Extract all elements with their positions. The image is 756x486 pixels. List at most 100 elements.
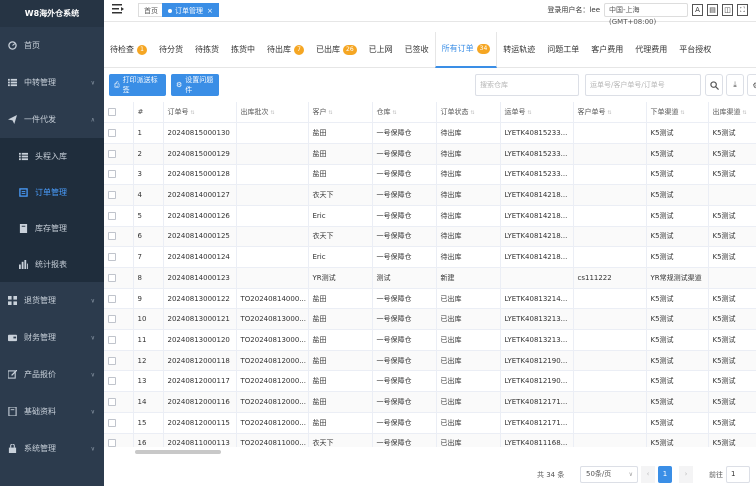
- prev-page-button[interactable]: ‹: [641, 466, 655, 483]
- sidebar-item-pricing[interactable]: 产品报价 ∨: [0, 356, 104, 393]
- column-header[interactable]: 客户 ⇅: [308, 102, 373, 124]
- tab-platform-auth[interactable]: 平台授权: [673, 32, 717, 68]
- horizontal-scrollbar[interactable]: [135, 450, 221, 454]
- row-checkbox[interactable]: [104, 122, 134, 144]
- sidebar-item-returns[interactable]: 退货管理 ∨: [0, 282, 104, 319]
- row-checkbox[interactable]: [104, 308, 134, 331]
- sort-icon[interactable]: ⇅: [743, 110, 747, 116]
- column-header[interactable]: 订单号 ⇅: [163, 102, 237, 124]
- sort-icon[interactable]: ⇅: [608, 110, 612, 116]
- print-label-button[interactable]: ⎙ 打印派送标签: [109, 74, 166, 96]
- sidebar-item-inbound[interactable]: 头程入库: [0, 138, 104, 174]
- warehouse-search-input[interactable]: 搜索仓库: [475, 74, 579, 96]
- tab-home[interactable]: 首页: [138, 3, 164, 17]
- row-checkbox[interactable]: [104, 226, 134, 248]
- table-row[interactable]: 16 20240811000113 TO20240811000... 衣天下 一号保障仓…: [104, 433, 756, 447]
- table-row[interactable]: 2 20240815000129 盐田 一号保障仓 待出库 LYETK40815233..…: [104, 143, 756, 165]
- row-checkbox[interactable]: [104, 184, 134, 206]
- tab-pending-check[interactable]: 待检查 1: [104, 32, 153, 68]
- tab-all-orders[interactable]: 所有订单 34: [434, 31, 498, 68]
- table-row[interactable]: 12 20240812000118 TO20240812000... 盐田 一号保障仓已…: [104, 350, 756, 372]
- sort-icon[interactable]: ⇅: [681, 110, 685, 116]
- sidebar-item-home[interactable]: 首页: [0, 27, 104, 64]
- table-row[interactable]: 4 20240814000127 衣天下 一号保障仓 待出库 LYETK40814218.…: [104, 184, 756, 206]
- tab-online[interactable]: 已上网: [363, 32, 399, 68]
- sidebar-item-orders[interactable]: 订单管理: [0, 174, 104, 210]
- tab-problem-tickets[interactable]: 问题工单: [541, 32, 585, 68]
- table-row[interactable]: 11 20240813000120 TO20240813000... 盐田 一号保障仓已…: [104, 329, 756, 351]
- tab-picking[interactable]: 拣货中: [225, 32, 261, 68]
- download-button[interactable]: ⤓: [726, 74, 744, 96]
- column-header[interactable]: 出库批次 ⇅: [236, 102, 309, 124]
- tab-pending-allocate[interactable]: 待分货: [153, 32, 189, 68]
- sort-icon[interactable]: ⇅: [271, 110, 275, 116]
- column-header[interactable]: 客户单号 ⇅: [573, 102, 647, 124]
- timezone-select[interactable]: 中国-上海 (GMT+08:00): [604, 3, 688, 26]
- page-size-select[interactable]: 50条/页 ∨: [580, 466, 638, 483]
- sidebar-item-inventory[interactable]: 库存管理: [0, 210, 104, 246]
- row-checkbox[interactable]: [104, 288, 134, 310]
- close-icon[interactable]: ×: [207, 7, 213, 15]
- row-checkbox[interactable]: [104, 412, 134, 434]
- column-header[interactable]: 下单渠道 ⇅: [646, 102, 709, 124]
- tab-transit-track[interactable]: 转运轨迹: [497, 32, 541, 68]
- lock-icon[interactable]: ◫: [722, 4, 733, 16]
- page-number-current[interactable]: 1: [658, 466, 672, 483]
- tab-pending-pick[interactable]: 待拣货: [189, 32, 225, 68]
- sort-icon[interactable]: ⇅: [528, 110, 532, 116]
- row-checkbox[interactable]: [104, 329, 134, 351]
- number-search-input[interactable]: 运单号/客户单号/订单号: [585, 74, 701, 96]
- sort-icon[interactable]: ⇅: [329, 110, 333, 116]
- table-row[interactable]: 3 20240815000128 盐田 一号保障仓 待出库 LYETK40815233..…: [104, 164, 756, 186]
- table-row[interactable]: 14 20240812000116 TO20240812000... 盐田 一号保障仓已…: [104, 391, 756, 413]
- row-checkbox[interactable]: [104, 143, 134, 165]
- table-row[interactable]: 9 20240813000122 TO20240814000... 盐田 一号保障仓 已出…: [104, 288, 756, 310]
- tab-signed[interactable]: 已签收: [399, 32, 435, 68]
- select-all-checkbox[interactable]: [104, 102, 134, 124]
- row-checkbox[interactable]: [104, 164, 134, 186]
- sort-icon[interactable]: ⇅: [191, 110, 195, 116]
- sidebar-item-system[interactable]: 系统管理 ∨: [0, 430, 104, 467]
- table-row[interactable]: 1 20240815000130 盐田 一号保障仓 待出库 LYETK40815233..…: [104, 122, 756, 144]
- search-button[interactable]: [705, 74, 723, 96]
- table-row[interactable]: 5 20240814000126 Eric 一号保障仓 待出库 LYETK40814218…: [104, 205, 756, 227]
- sort-icon[interactable]: ⇅: [393, 110, 397, 116]
- table-row[interactable]: 13 20240812000117 TO20240812000... 盐田 一号保障仓已…: [104, 370, 756, 393]
- row-checkbox[interactable]: [104, 205, 134, 227]
- table-row[interactable]: 15 20240812000115 TO20240812000... 盐田 一号保障仓已…: [104, 412, 756, 434]
- menu-toggle-icon[interactable]: [112, 3, 124, 15]
- sidebar-item-reports[interactable]: 统计报表: [0, 246, 104, 282]
- settings-button[interactable]: ⚙: [747, 74, 756, 96]
- column-header[interactable]: 出库渠道 ⇅: [708, 102, 756, 124]
- row-checkbox[interactable]: [104, 370, 134, 393]
- sidebar-item-transfer[interactable]: 中转管理 ∨: [0, 64, 104, 101]
- row-checkbox[interactable]: [104, 350, 134, 372]
- column-header[interactable]: 运单号 ⇅: [500, 102, 574, 124]
- fullscreen-icon[interactable]: ⛶: [737, 4, 748, 16]
- table-cell: [573, 433, 647, 447]
- row-checkbox[interactable]: [104, 391, 134, 413]
- document-icon[interactable]: ▤: [707, 4, 718, 16]
- sidebar-item-finance[interactable]: 财务管理 ∨: [0, 319, 104, 356]
- font-size-icon[interactable]: A: [692, 4, 703, 16]
- sidebar-item-dropship[interactable]: 一件代发 ∧: [0, 101, 104, 138]
- set-problem-button[interactable]: ⚙ 设置问题件: [171, 74, 219, 96]
- row-checkbox[interactable]: [104, 267, 134, 289]
- table-row[interactable]: 7 20240814000124 Eric 一号保障仓 待出库 LYETK40814218…: [104, 246, 756, 268]
- table-row[interactable]: 6 20240814000125 衣天下 一号保障仓 待出库 LYETK40814218.…: [104, 226, 756, 248]
- tab-customer-fees[interactable]: 客户费用: [585, 32, 629, 68]
- column-header[interactable]: 仓库 ⇅: [372, 102, 437, 124]
- sidebar-item-basic-data[interactable]: 基础资料 ∨: [0, 393, 104, 430]
- row-checkbox[interactable]: [104, 433, 134, 447]
- tab-pending-outbound[interactable]: 待出库 7: [261, 32, 310, 68]
- table-row[interactable]: 8 20240814000123 YR测试 测试 新建 cs111222 YR常规测试渠道: [104, 267, 756, 289]
- tab-shipped[interactable]: 已出库 26: [310, 32, 363, 68]
- next-page-button[interactable]: ›: [679, 466, 693, 483]
- column-header[interactable]: 订单状态 ⇅: [436, 102, 501, 124]
- table-row[interactable]: 10 20240813000121 TO20240813000... 盐田 一号保障仓已…: [104, 308, 756, 331]
- tab-order-management[interactable]: 订单管理 ×: [162, 3, 219, 17]
- row-checkbox[interactable]: [104, 246, 134, 268]
- sort-icon[interactable]: ⇅: [471, 110, 475, 116]
- tab-agent-fees[interactable]: 代理费用: [629, 32, 673, 68]
- goto-page-input[interactable]: 1: [726, 466, 750, 483]
